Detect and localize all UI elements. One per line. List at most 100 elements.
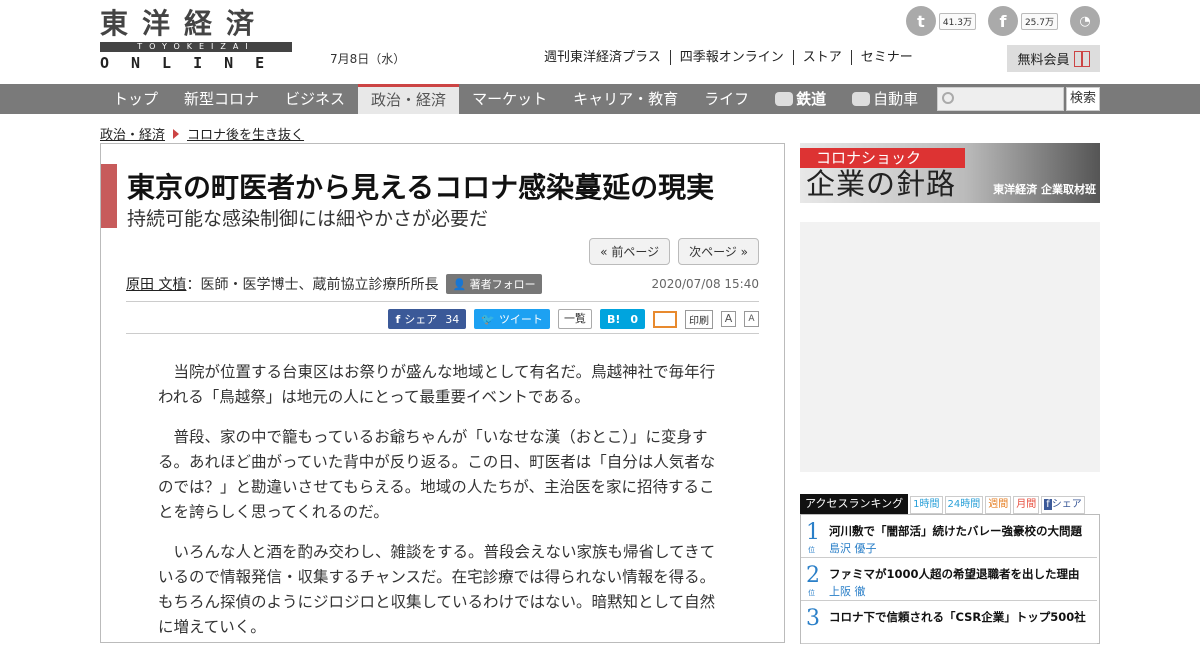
tweet-label: ツイート <box>498 313 543 326</box>
car-icon <box>852 92 871 106</box>
banner-credit: 東洋経済 企業取材班 <box>993 183 1096 196</box>
tab-share-label: シェア <box>1051 499 1082 510</box>
search-icon <box>942 92 954 104</box>
author-row: 原田 文植 ：医師・医学博士、蔵前協立診療所所長 👤 著者フォロー 2020/0… <box>126 274 759 294</box>
tab-1hour[interactable]: 1時間 <box>910 496 943 514</box>
next-page-button[interactable]: 次ページ » <box>678 238 759 265</box>
article-paragraph: 普段、家の中で籠もっているお爺ちゃんが「いなせな漢（おとこ）」に変身する。あれほ… <box>158 428 716 521</box>
article-title: 東京の町医者から見えるコロナ感染蔓延の現実 <box>127 171 715 204</box>
nav-car-label: 自動車 <box>873 90 919 108</box>
tweet-list-link[interactable]: 一覧 <box>557 309 592 329</box>
ranking-item[interactable]: 2 位 ファミマが1000人超の希望退職者を出した理由 上阪 徹 <box>801 558 1097 601</box>
nav-business[interactable]: ビジネス <box>272 84 358 114</box>
toplink-seminar[interactable]: セミナー <box>852 50 922 65</box>
pager: « 前ページ 次ページ » <box>589 238 759 265</box>
nav-career[interactable]: キャリア・教育 <box>560 84 691 114</box>
ranking-item[interactable]: 3 コロナ下で信頼される「CSR企業」トップ500社 <box>801 601 1097 644</box>
hatena-count: 0 <box>630 312 638 326</box>
author-description: ：医師・医学博士、蔵前協立診療所所長 <box>186 277 439 293</box>
logo-online: ONLINE <box>100 54 287 72</box>
follow-label: 著者フォロー <box>469 278 536 291</box>
tweet-button[interactable]: 🐦 ツイート <box>474 309 550 329</box>
twitter-link[interactable]: t 41.3万 <box>905 6 976 36</box>
author-name[interactable]: 原田 文植 <box>126 274 186 294</box>
breadcrumb-politics[interactable]: 政治・経済 <box>100 124 165 143</box>
free-member-button[interactable]: 無料会員 <box>1007 45 1100 72</box>
follow-author-button[interactable]: 👤 著者フォロー <box>446 274 542 294</box>
nav-life[interactable]: ライフ <box>691 84 762 114</box>
toplink-store[interactable]: ストア <box>794 50 852 65</box>
rank-suffix: 位 <box>808 589 815 597</box>
rss-icon: ◔ <box>1070 6 1100 36</box>
top-links: 週刊東洋経済プラス 四季報オンライン ストア セミナー <box>544 50 922 65</box>
rank-article-title: 河川敷で「闇部活」続けたバレー強豪校の大問題 <box>829 524 1082 538</box>
search-button[interactable]: 検索 <box>1066 87 1100 111</box>
ranking-title: アクセスランキング <box>800 494 909 514</box>
tab-share[interactable]: f シェア <box>1041 496 1085 514</box>
nav-market[interactable]: マーケット <box>459 84 560 114</box>
font-large-button[interactable]: A <box>721 311 736 327</box>
nav-railway[interactable]: 鉄道 <box>762 84 839 114</box>
article-paragraph: いろんな人と酒を酌み交わし、雑談をする。普段会えない家族も帰省してきているので情… <box>158 543 716 636</box>
toplink-weekly[interactable]: 週刊東洋経済プラス <box>544 50 671 65</box>
toplink-shikiho[interactable]: 四季報オンライン <box>671 50 794 65</box>
banner-red-label: コロナショック <box>800 148 965 168</box>
series-banner[interactable]: コロナショック 企業の針路 東洋経済 企業取材班 <box>800 143 1100 203</box>
publish-date: 2020/07/08 15:40 <box>651 277 759 291</box>
ranking-list: 1 位 河川敷で「闇部活」続けたバレー強豪校の大問題 島沢 優子 2 位 ファミ… <box>800 514 1100 644</box>
rank-article-author: 上阪 徹 <box>829 585 866 598</box>
prev-page-button[interactable]: « 前ページ <box>589 238 671 265</box>
nav-railway-label: 鉄道 <box>796 90 827 108</box>
tab-24hour[interactable]: 24時間 <box>944 496 984 514</box>
breadcrumb-series[interactable]: コロナ後を生き抜く <box>187 124 304 143</box>
article-box: 東京の町医者から見えるコロナ感染蔓延の現実 持続可能な感染制御には細やかさが必要… <box>100 143 785 643</box>
nav-car[interactable]: 自動車 <box>839 84 931 114</box>
fb-share-count: 34 <box>445 312 460 326</box>
tab-monthly[interactable]: 月間 <box>1013 496 1040 514</box>
member-label: 無料会員 <box>1017 53 1070 68</box>
banner-title: 企業の針路 <box>806 167 957 201</box>
facebook-icon: f <box>1044 499 1052 510</box>
social-links: t 41.3万 f 25.7万 ◔ <box>905 6 1100 36</box>
hatena-bookmark-button[interactable]: B! 0 <box>599 309 645 329</box>
article-subtitle: 持続可能な感染制御には細やかさが必要だ <box>127 208 489 230</box>
title-accent-bar <box>101 164 117 228</box>
search-input[interactable] <box>937 87 1064 111</box>
article-body: 当院が位置する台東区はお祭りが盛んな地域として有名だ。鳥越神社で毎年行われる「鳥… <box>158 360 728 655</box>
logo-kanji: 東洋経済 <box>100 7 269 40</box>
rank-article-title: コロナ下で信頼される「CSR企業」トップ500社 <box>829 610 1086 624</box>
rank-number: 1 <box>806 520 820 545</box>
facebook-icon: f <box>987 6 1018 36</box>
mail-icon[interactable] <box>653 310 677 328</box>
rank-number: 3 <box>806 606 820 631</box>
nav-covid[interactable]: 新型コロナ <box>171 84 272 114</box>
rank-article-title: ファミマが1000人超の希望退職者を出した理由 <box>829 567 1080 581</box>
ranking-item[interactable]: 1 位 河川敷で「闇部活」続けたバレー強豪校の大問題 島沢 優子 <box>801 515 1097 558</box>
facebook-link[interactable]: f 25.7万 <box>987 6 1058 36</box>
current-date: 7月8日（水） <box>330 52 406 66</box>
hatena-icon: B! <box>606 312 621 326</box>
fb-share-label: シェア <box>404 313 438 326</box>
rank-number: 2 <box>806 563 820 588</box>
divider <box>126 301 759 302</box>
ranking-header: アクセスランキング 1時間 24時間 週間 月間 f シェア <box>800 494 1100 514</box>
site-logo[interactable]: 東洋経済 TOYOKEIZAI ONLINE <box>100 7 292 72</box>
share-bar: f シェア 34 🐦 ツイート 一覧 B! 0 印刷 A A <box>126 307 759 331</box>
font-small-button[interactable]: A <box>744 311 759 327</box>
article-paragraph: 当院が位置する台東区はお祭りが盛んな地域として有名だ。鳥越神社で毎年行われる「鳥… <box>158 363 716 406</box>
breadcrumb: 政治・経済 コロナ後を生き抜く <box>100 124 304 143</box>
rank-article-author: 島沢 優子 <box>829 542 877 555</box>
facebook-icon: f <box>395 312 401 326</box>
gift-icon <box>1073 50 1090 67</box>
twitter-icon: t <box>905 6 936 36</box>
ad-slot <box>800 222 1100 472</box>
print-button[interactable]: 印刷 <box>685 309 713 329</box>
rank-suffix: 位 <box>808 546 815 554</box>
tab-weekly[interactable]: 週間 <box>985 496 1012 514</box>
rss-link[interactable]: ◔ <box>1070 6 1100 36</box>
divider <box>126 333 759 334</box>
nav-politics-economy[interactable]: 政治・経済 <box>358 84 460 114</box>
nav-top[interactable]: トップ <box>100 84 171 114</box>
twitter-count: 41.3万 <box>938 12 976 30</box>
facebook-share-button[interactable]: f シェア 34 <box>388 309 467 329</box>
